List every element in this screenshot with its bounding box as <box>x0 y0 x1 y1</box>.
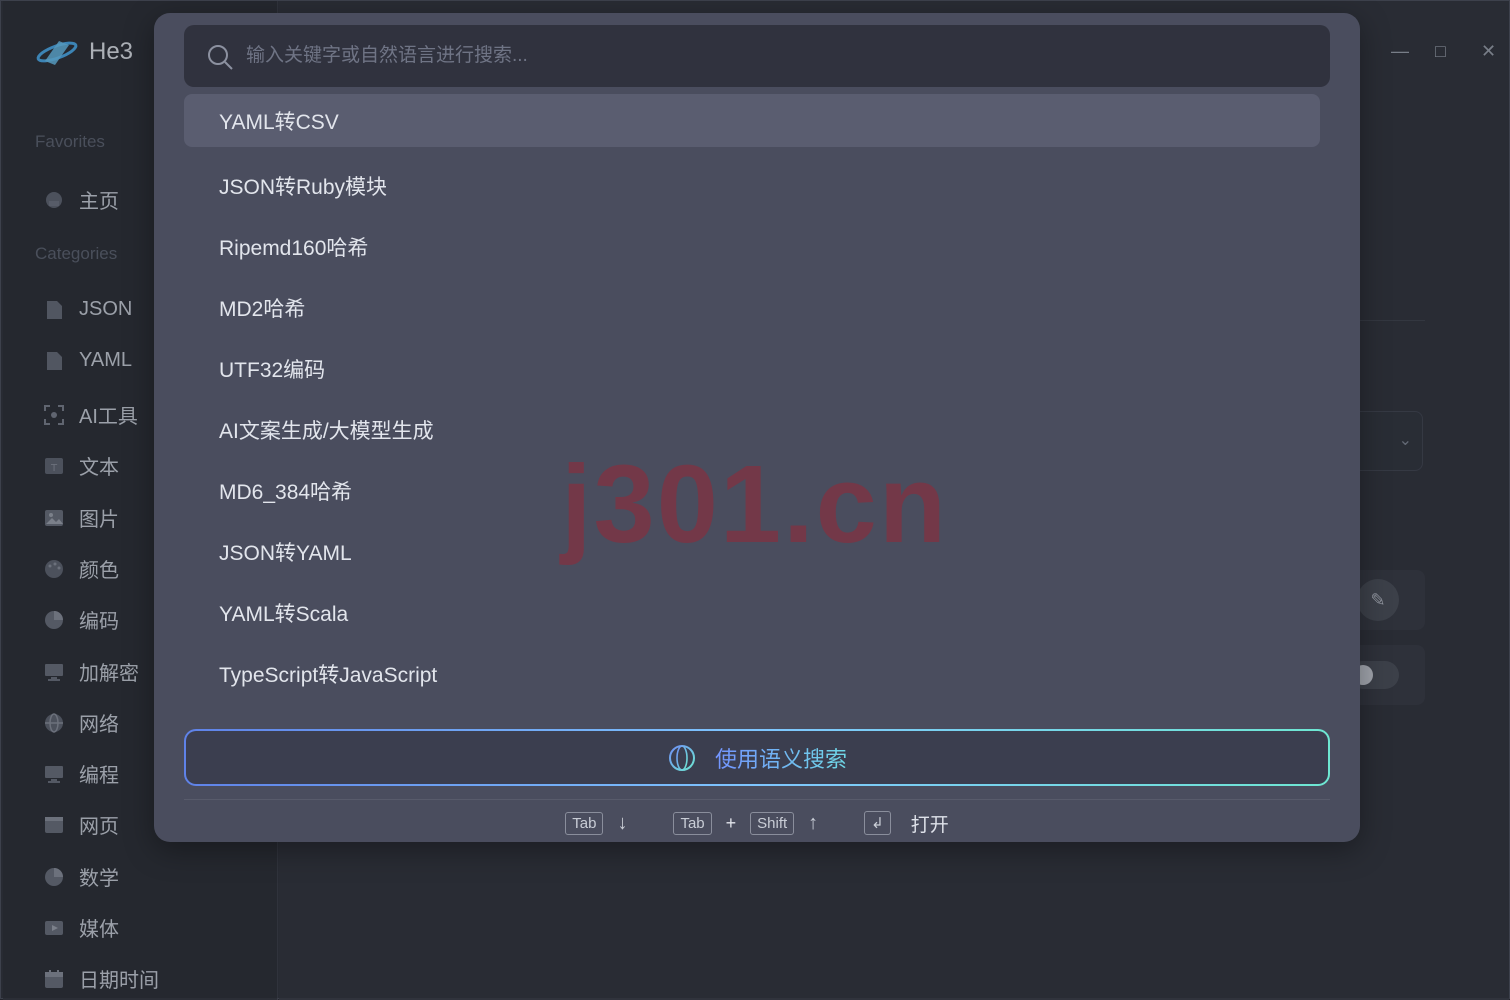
arrow-up-icon: ↑ <box>808 811 819 834</box>
results-list: YAML转CSV JSON转Ruby模块 Ripemd160哈希 MD2哈希 U… <box>184 94 1320 704</box>
app-window: He3 Favorites 主页 Categories JSON YAML AI… <box>0 0 1510 1000</box>
keyboard-hints: Tab ↓ Tab + Shift ↑ ↲ 打开 <box>154 808 1360 838</box>
tab-key-hint: Tab <box>565 811 604 835</box>
result-item[interactable]: MD6_384哈希 <box>184 460 1320 521</box>
result-item[interactable]: JSON转YAML <box>184 521 1320 582</box>
result-item[interactable]: UTF32编码 <box>184 338 1320 399</box>
open-hint-label: 打开 <box>910 814 949 836</box>
result-item[interactable]: JSON转Ruby模块 <box>184 155 1320 216</box>
enter-key-icon: ↲ <box>864 811 891 835</box>
command-palette: YAML转CSV JSON转Ruby模块 Ripemd160哈希 MD2哈希 U… <box>154 13 1360 842</box>
result-item[interactable]: MD2哈希 <box>184 277 1320 338</box>
tab-key-hint: Tab <box>673 811 712 835</box>
result-item[interactable]: Ripemd160哈希 <box>184 216 1320 277</box>
result-item[interactable]: TypeScript转JavaScript <box>184 643 1320 704</box>
semantic-search-button[interactable]: 使用语义搜索 <box>184 729 1330 786</box>
search-input[interactable] <box>246 35 1306 77</box>
plus-sign: + <box>725 812 737 833</box>
search-icon <box>208 45 233 70</box>
result-item[interactable]: YAML转Scala <box>184 582 1320 643</box>
result-item[interactable]: AI文案生成/大模型生成 <box>184 399 1320 460</box>
search-bar <box>184 25 1330 87</box>
footer-divider <box>184 799 1330 800</box>
arrow-down-icon: ↓ <box>617 811 628 834</box>
shift-key-hint: Shift <box>750 811 795 835</box>
globe-icon <box>668 744 695 771</box>
result-item[interactable]: YAML转CSV <box>184 94 1320 147</box>
semantic-search-label: 使用语义搜索 <box>715 742 847 774</box>
